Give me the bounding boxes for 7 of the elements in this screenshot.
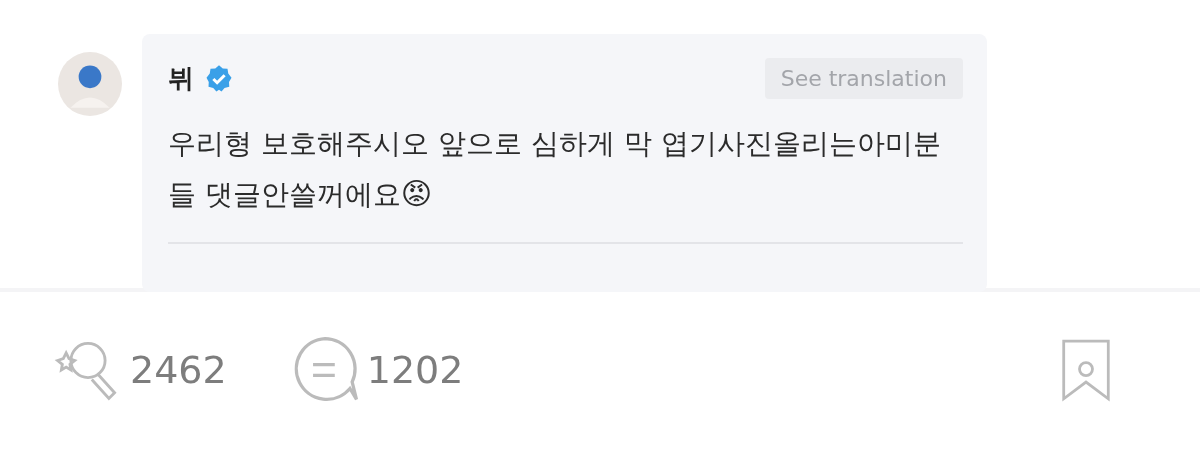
author-name: 뷔 — [168, 62, 194, 95]
like-count: 2462 — [130, 348, 227, 392]
bookmark-icon[interactable] — [1060, 337, 1112, 403]
comment-text: 우리형 보호해주시오 앞으로 심하게 막 엽기사진올리는아미분들 댓글안쓸꺼에요😡 — [168, 126, 942, 213]
comment-count: 1202 — [366, 348, 464, 392]
see-translation-button[interactable]: See translation — [764, 58, 963, 99]
avatar — [58, 52, 122, 116]
